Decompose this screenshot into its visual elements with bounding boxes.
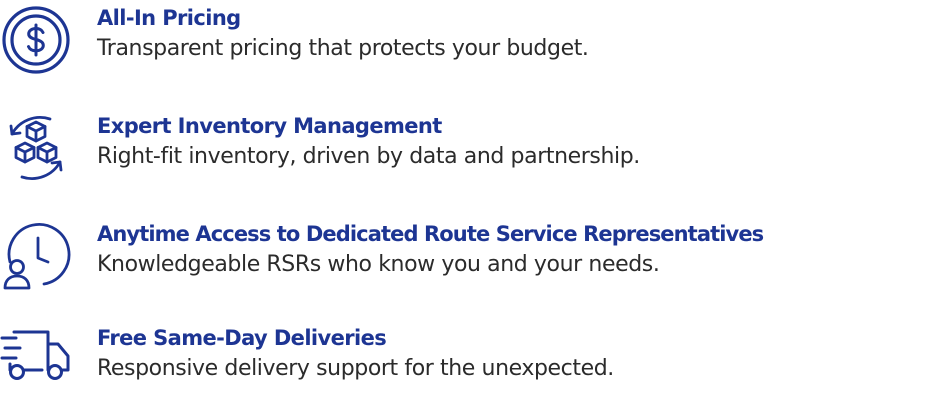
feature-description: Knowledgeable RSRs who know you and your… [97,252,660,277]
feature-item-expert-inventory: Expert Inventory Management Right-fit in… [0,108,939,188]
feature-title: Anytime Access to Dedicated Route Servic… [97,222,764,246]
feature-description: Transparent pricing that protects your b… [97,36,589,61]
feature-item-anytime-access: Anytime Access to Dedicated Route Servic… [0,216,939,296]
feature-title: Free Same-Day Deliveries [97,326,387,350]
feature-item-free-deliveries: Free Same-Day Deliveries Responsive deli… [0,320,939,400]
dollar-coin-icon [0,4,72,76]
feature-title: Expert Inventory Management [97,114,442,138]
feature-item-all-in-pricing: All-In Pricing Transparent pricing that … [0,0,939,80]
delivery-truck-icon [0,324,72,396]
inventory-boxes-cycle-icon [0,112,72,184]
clock-person-icon [0,220,72,292]
feature-description: Right-fit inventory, driven by data and … [97,144,640,169]
feature-title: All-In Pricing [97,6,241,30]
feature-description: Responsive delivery support for the unex… [97,356,614,381]
